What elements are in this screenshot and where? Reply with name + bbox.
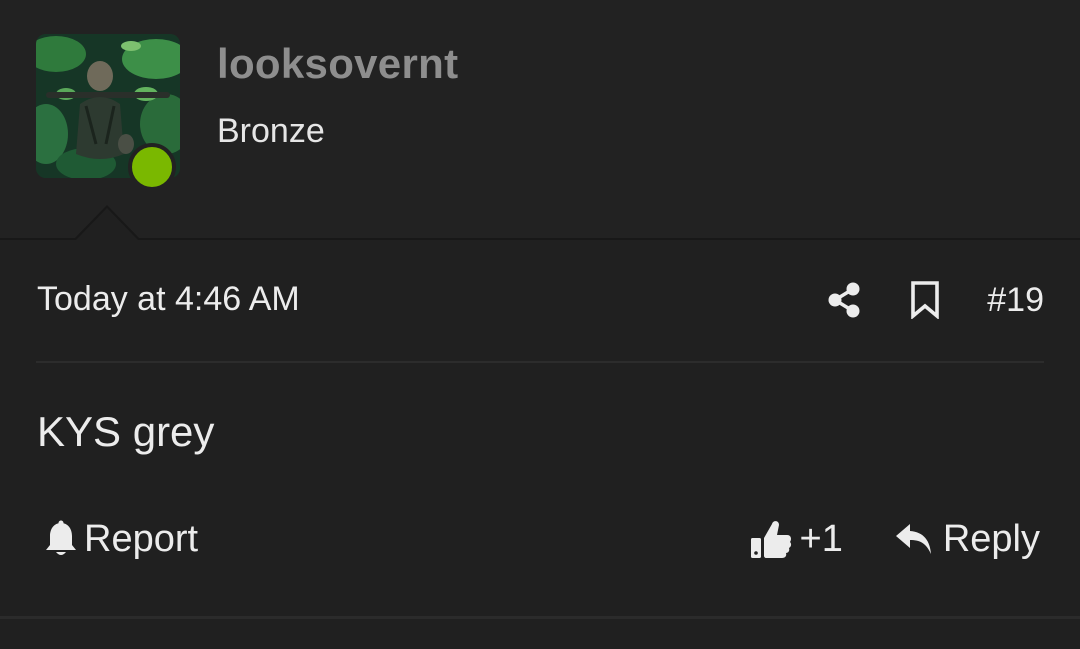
post-bottom-divider xyxy=(0,616,1080,619)
user-header: looksovernt Bronze xyxy=(0,0,1080,238)
post-meta-actions: #19 xyxy=(824,278,1044,322)
post-body: KYS grey xyxy=(37,408,215,455)
post-number-link[interactable]: #19 xyxy=(987,281,1044,320)
bell-icon xyxy=(46,520,76,555)
thumbs-up-icon xyxy=(750,521,791,558)
message-pointer xyxy=(75,208,139,241)
post-container: looksovernt Bronze Today at 4:46 AM #19 … xyxy=(0,0,1080,649)
reply-icon xyxy=(895,524,931,554)
header-divider xyxy=(0,238,1080,240)
online-status-indicator xyxy=(128,143,176,191)
report-label: Report xyxy=(84,517,199,560)
like-button[interactable]: +1 xyxy=(750,518,843,561)
post-footer-actions: +1 Reply xyxy=(750,516,1040,562)
user-rank-title: Bronze xyxy=(217,112,325,150)
post-timestamp[interactable]: Today at 4:46 AM xyxy=(37,280,300,319)
share-button[interactable] xyxy=(824,278,864,322)
bookmark-icon xyxy=(911,281,940,319)
reply-button[interactable]: Reply xyxy=(895,518,1040,561)
like-count: +1 xyxy=(799,517,843,560)
username[interactable]: looksovernt xyxy=(217,40,458,88)
bookmark-button[interactable] xyxy=(905,278,945,322)
share-icon xyxy=(828,282,860,318)
reply-label: Reply xyxy=(942,517,1040,560)
meta-divider xyxy=(36,361,1044,363)
report-button[interactable]: Report xyxy=(44,516,198,562)
